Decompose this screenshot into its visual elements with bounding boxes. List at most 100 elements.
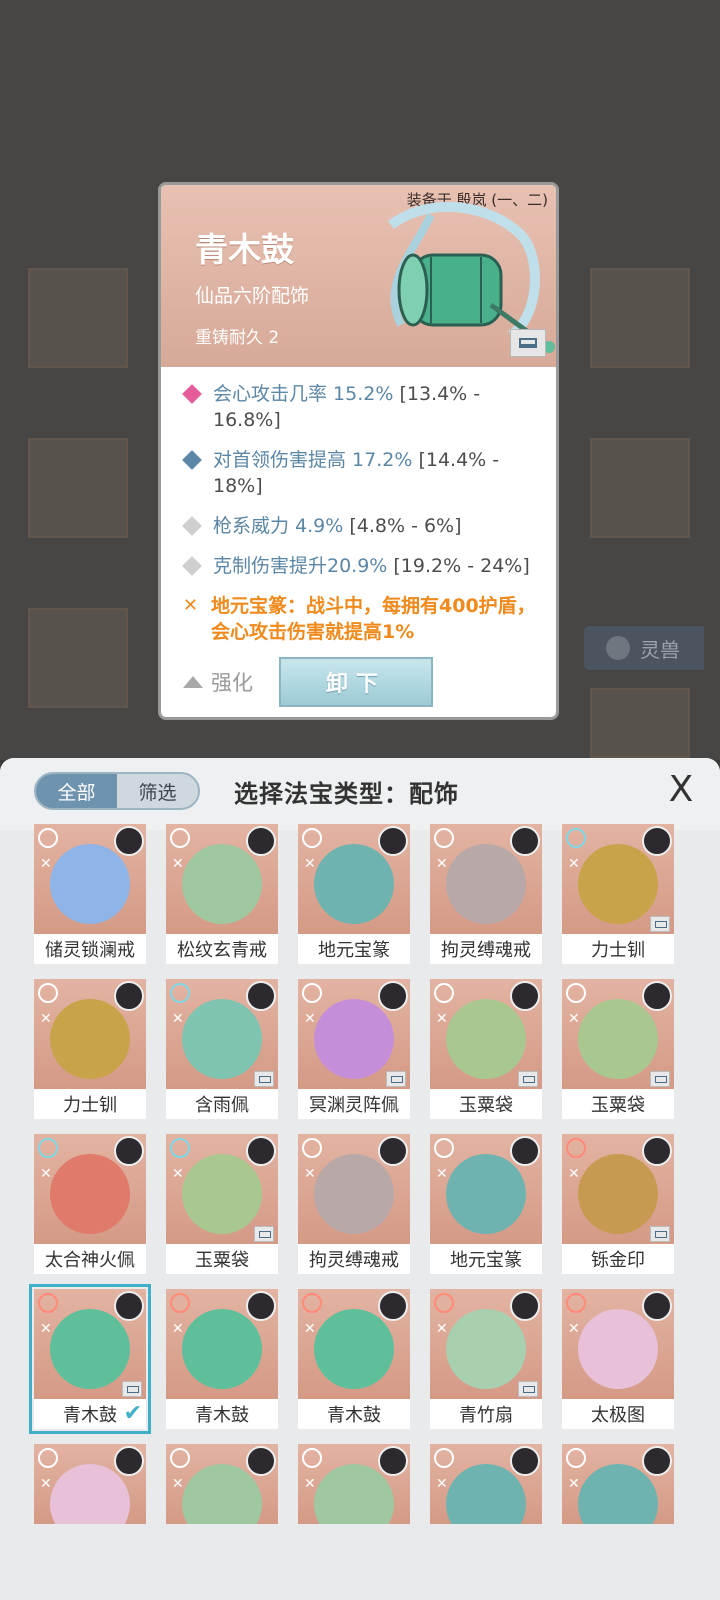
rune-icon: ✕ (172, 1476, 184, 1492)
lock-icon (254, 1071, 274, 1087)
owner-avatar (510, 981, 540, 1011)
element-icon (38, 1138, 58, 1158)
element-icon (38, 1448, 58, 1468)
special-effect-row: ✕ 地元宝篆：战斗中，每拥有400护盾，会心攻击伤害就提高1% (181, 593, 544, 645)
rune-icon: ✕ (568, 1011, 580, 1027)
item-card[interactable]: ✕ 太合神火佩 (34, 1134, 146, 1274)
owner-avatar (246, 826, 276, 856)
item-card[interactable]: ✕ 冥渊灵阵佩 (298, 979, 410, 1119)
item-card[interactable]: ✕ 太极图 (562, 1289, 674, 1429)
owner-avatar (114, 1291, 144, 1321)
item-card[interactable]: ✕ (562, 1444, 674, 1584)
element-icon (566, 1448, 586, 1468)
item-label: 玉粟袋 (562, 1089, 674, 1119)
card-footer: 强化 卸下 (161, 655, 556, 717)
element-icon (302, 1138, 322, 1158)
owner-avatar (510, 1291, 540, 1321)
element-icon (434, 1293, 454, 1313)
item-art (50, 999, 130, 1079)
item-card[interactable]: ✕ (430, 1444, 542, 1584)
item-label: 铄金印 (562, 1244, 674, 1274)
filter-all-tab[interactable]: 全部 (36, 774, 117, 808)
element-icon (38, 1293, 58, 1313)
rune-icon: ✕ (304, 856, 316, 872)
item-card[interactable]: ✕ (34, 1444, 146, 1584)
item-art (314, 844, 394, 924)
spirit-beast-tab[interactable]: 灵兽 (584, 626, 704, 670)
rune-icon: ✕ (436, 1476, 448, 1492)
lock-icon (518, 1071, 538, 1087)
item-card[interactable]: ✕ 玉粟袋 (562, 979, 674, 1119)
item-card[interactable]: ✕ (166, 1444, 278, 1584)
filter-select-tab[interactable]: 筛选 (117, 774, 198, 808)
element-icon (434, 1138, 454, 1158)
item-card[interactable]: ✕ 拘灵缚魂戒 (430, 824, 542, 964)
stat-range: [4.8% - 6%] (343, 515, 462, 537)
rune-icon: ✕ (304, 1476, 316, 1492)
item-label: 力士钏 (34, 1089, 146, 1119)
item-art (446, 999, 526, 1079)
element-icon (302, 983, 322, 1003)
close-icon[interactable]: X (660, 768, 702, 810)
item-art (446, 1464, 526, 1524)
stat-value: 会心攻击几率 15.2% (213, 383, 394, 405)
element-icon (38, 828, 58, 848)
item-card[interactable]: ✕ (298, 1444, 410, 1584)
item-label: 冥渊灵阵佩 (298, 1089, 410, 1119)
item-card[interactable]: ✕ 铄金印 (562, 1134, 674, 1274)
item-card[interactable]: ✕ 含雨佩 (166, 979, 278, 1119)
rune-icon: ✕ (436, 1011, 448, 1027)
rune-icon: ✕ (436, 1321, 448, 1337)
stat-value: 枪系威力 4.9% (213, 515, 344, 537)
item-card[interactable]: ✕ 青木鼓 (166, 1289, 278, 1429)
item-card[interactable]: ✕ 青木鼓 ✔ (29, 1284, 151, 1434)
owner-avatar (510, 826, 540, 856)
element-icon (170, 1293, 190, 1313)
stat-row: 对首领伤害提高 17.2% [14.4% - 18%] (181, 447, 544, 499)
item-label: 含雨佩 (166, 1089, 278, 1119)
owner-avatar (246, 981, 276, 1011)
item-label: 力士钏 (562, 934, 674, 964)
item-card[interactable]: ✕ 松纹玄青戒 (166, 824, 278, 964)
rune-icon: ✕ (304, 1011, 316, 1027)
item-card[interactable]: ✕ 玉粟袋 (430, 979, 542, 1119)
item-card[interactable]: ✕ 青木鼓 (298, 1289, 410, 1429)
element-icon (566, 828, 586, 848)
element-icon (434, 828, 454, 848)
bg-equip-slot (28, 438, 128, 538)
item-name: 青木鼓 (195, 230, 294, 269)
item-label: 地元宝篆 (298, 934, 410, 964)
item-card[interactable]: ✕ 拘灵缚魂戒 (298, 1134, 410, 1274)
owner-avatar (378, 826, 408, 856)
item-art (50, 1464, 130, 1524)
item-card[interactable]: ✕ 地元宝篆 (430, 1134, 542, 1274)
item-label: 玉粟袋 (166, 1244, 278, 1274)
enhance-button[interactable]: 强化 (183, 667, 253, 697)
diamond-icon (182, 556, 202, 576)
item-card[interactable]: ✕ 玉粟袋 (166, 1134, 278, 1274)
item-card[interactable]: ✕ 力士钏 (34, 979, 146, 1119)
owner-avatar (114, 1446, 144, 1476)
owner-avatar (642, 1446, 672, 1476)
item-art (314, 999, 394, 1079)
item-card[interactable]: ✕ 力士钏 (562, 824, 674, 964)
owner-avatar (246, 1291, 276, 1321)
lock-badge-icon[interactable] (510, 329, 546, 357)
lock-icon (650, 1071, 670, 1087)
item-art (314, 1464, 394, 1524)
rune-icon: ✕ (172, 1166, 184, 1182)
element-icon (302, 1448, 322, 1468)
unload-button[interactable]: 卸下 (279, 657, 433, 707)
owner-avatar (510, 1136, 540, 1166)
item-detail-card: 装备于 殷岚 (一、二) 青木鼓 仙品六阶配饰 重铸耐久 2 会心攻击几率 15… (158, 182, 559, 720)
stat-row: 克制伤害提升20.9% [19.2% - 24%] (181, 553, 544, 579)
lock-icon (650, 916, 670, 932)
rune-icon: ✕ (40, 1321, 52, 1337)
panel-header: 全部 筛选 选择法宝类型：配饰 X (0, 758, 720, 830)
item-card[interactable]: ✕ 地元宝篆 (298, 824, 410, 964)
owner-avatar (114, 1136, 144, 1166)
rune-icon: ✕ (568, 1321, 580, 1337)
item-card[interactable]: ✕ 储灵锁澜戒 (34, 824, 146, 964)
item-card[interactable]: ✕ 青竹扇 (430, 1289, 542, 1429)
rune-icon: ✕ (40, 856, 52, 872)
